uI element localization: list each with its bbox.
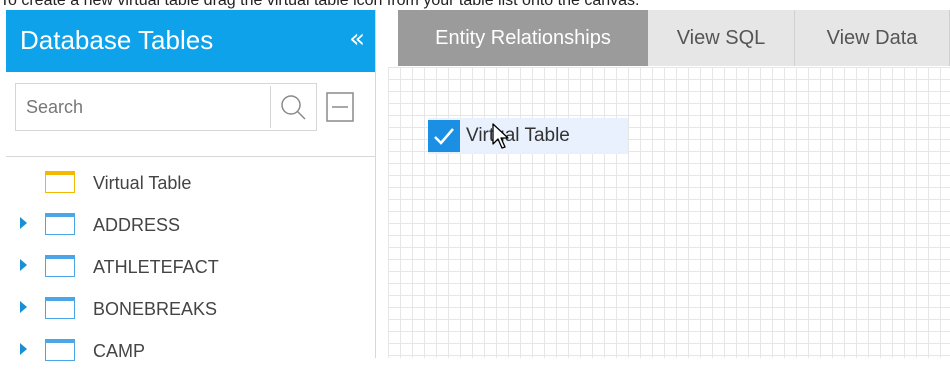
canvas-virtual-table[interactable]: Virtual Table [428,118,628,154]
canvas-table-label: Virtual Table [466,125,570,146]
tab-view-sql[interactable]: View SQL [648,10,795,66]
table-label: ATHLETEFACT [93,257,219,277]
expand-caret-icon[interactable] [20,343,27,355]
expand-caret-icon[interactable] [20,259,27,271]
tab-entity-relationships[interactable]: Entity Relationships [398,10,648,66]
list-item-camp[interactable]: CAMP [6,330,375,370]
table-label: CAMP [93,341,146,361]
tabs-bar: Entity Relationships View SQL View Data [398,10,950,67]
er-canvas[interactable]: Virtual Table [388,67,950,358]
panel-header: Database Tables « [6,10,375,72]
instruction-text: To create a new virtual table drag the v… [0,0,640,9]
list-item-address[interactable]: ADDRESS [6,204,375,244]
list-item-virtual-table[interactable]: Virtual Table [6,162,375,202]
virtual-table-icon[interactable] [45,171,75,193]
table-label: Virtual Table [93,173,192,193]
database-tables-panel: Database Tables « Virtual Table ADDRESS [6,10,376,361]
search-input[interactable] [16,84,266,130]
expand-caret-icon[interactable] [20,301,27,313]
list-item-bonebreaks[interactable]: BONEBREAKS [6,288,375,328]
expand-caret-icon[interactable] [20,217,27,229]
table-icon [45,255,75,277]
collapse-all-icon[interactable] [326,92,354,122]
panel-title: Database Tables [20,25,214,55]
checkbox[interactable] [428,120,460,152]
table-label: BONEBREAKS [93,299,218,319]
table-icon [45,297,75,319]
search-box [15,83,317,131]
table-label: ADDRESS [93,215,181,235]
collapse-panel-button[interactable]: « [349,22,365,56]
search-row [6,72,375,157]
tab-view-data[interactable]: View Data [795,10,950,66]
search-divider [270,86,271,128]
search-icon[interactable] [278,93,308,123]
table-icon [45,213,75,235]
list-item-athletefact[interactable]: ATHLETEFACT [6,246,375,286]
checkmark-icon [434,128,454,145]
